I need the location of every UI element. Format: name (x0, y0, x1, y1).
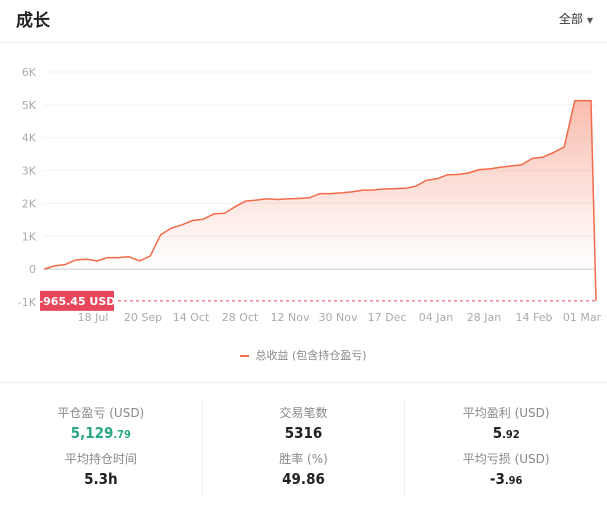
x-tick-label: 28 Jan (467, 311, 501, 324)
stat-label: 平均持仓时间 (64, 452, 137, 466)
stats-panel: 平仓盈亏 (USD) 5,129.79 平均持仓时间 5.3h 交易笔数 531… (0, 398, 607, 496)
stat-value: 5316 (284, 424, 323, 442)
stat-value: 5.3h (84, 470, 118, 488)
y-tick-label: 4K (22, 132, 37, 145)
x-tick-label: 28 Oct (222, 311, 259, 324)
x-tick-label: 17 Dec (368, 311, 407, 324)
stat-value: 49.86 (282, 470, 325, 488)
x-tick-label: 30 Nov (319, 311, 358, 324)
stat-label: 平均亏损 (USD) (462, 452, 550, 466)
y-tick-label: 1K (22, 230, 37, 243)
stats-column: 平仓盈亏 (USD) 5,129.79 平均持仓时间 5.3h (0, 398, 202, 496)
stat-label: 平均盈利 (USD) (462, 406, 550, 420)
x-tick-label: 12 Nov (271, 311, 310, 324)
y-tick-label: 5K (22, 99, 37, 112)
y-tick-label: 2K (22, 197, 37, 210)
y-tick-label: -1K (18, 296, 37, 309)
area-fill (44, 100, 596, 301)
stats-column: 交易笔数 5316 胜率 (%) 49.86 (201, 398, 405, 496)
stat-value: 5,129.79 (70, 424, 131, 442)
legend-label: 总收益 (包含持仓盈亏) (255, 349, 367, 362)
y-tick-label: 3K (22, 165, 37, 178)
min-marker-label: -965.45 USD (39, 295, 116, 308)
stat-value: 5.92 (492, 424, 520, 442)
y-tick-label: 0 (29, 263, 36, 276)
stat-value: -3.96 (489, 470, 523, 488)
stat-label: 交易笔数 (279, 406, 328, 420)
stat-label: 胜率 (%) (279, 452, 328, 466)
y-tick-label: 6K (22, 66, 37, 79)
growth-chart: -1K 0 1K 2K 3K 4K 5K 6K 18 Jul 20 Sep 14 Oct 28 Oct… (18, 66, 602, 324)
x-tick-label: 01 Mar (563, 311, 602, 324)
stats-column: 平均盈利 (USD) 5.92 平均亏损 (USD) -3.96 (404, 398, 607, 496)
x-tick-label: 20 Sep (124, 311, 162, 324)
legend-swatch (240, 355, 250, 357)
x-tick-label: 14 Feb (516, 311, 553, 324)
legend[interactable]: 总收益 (包含持仓盈亏) (0, 347, 607, 363)
x-tick-label: 04 Jan (419, 311, 453, 324)
divider (0, 382, 607, 383)
stat-label: 平仓盈亏 (USD) (57, 406, 145, 420)
x-tick-label: 14 Oct (173, 311, 210, 324)
x-tick-label: 18 Jul (78, 311, 109, 324)
